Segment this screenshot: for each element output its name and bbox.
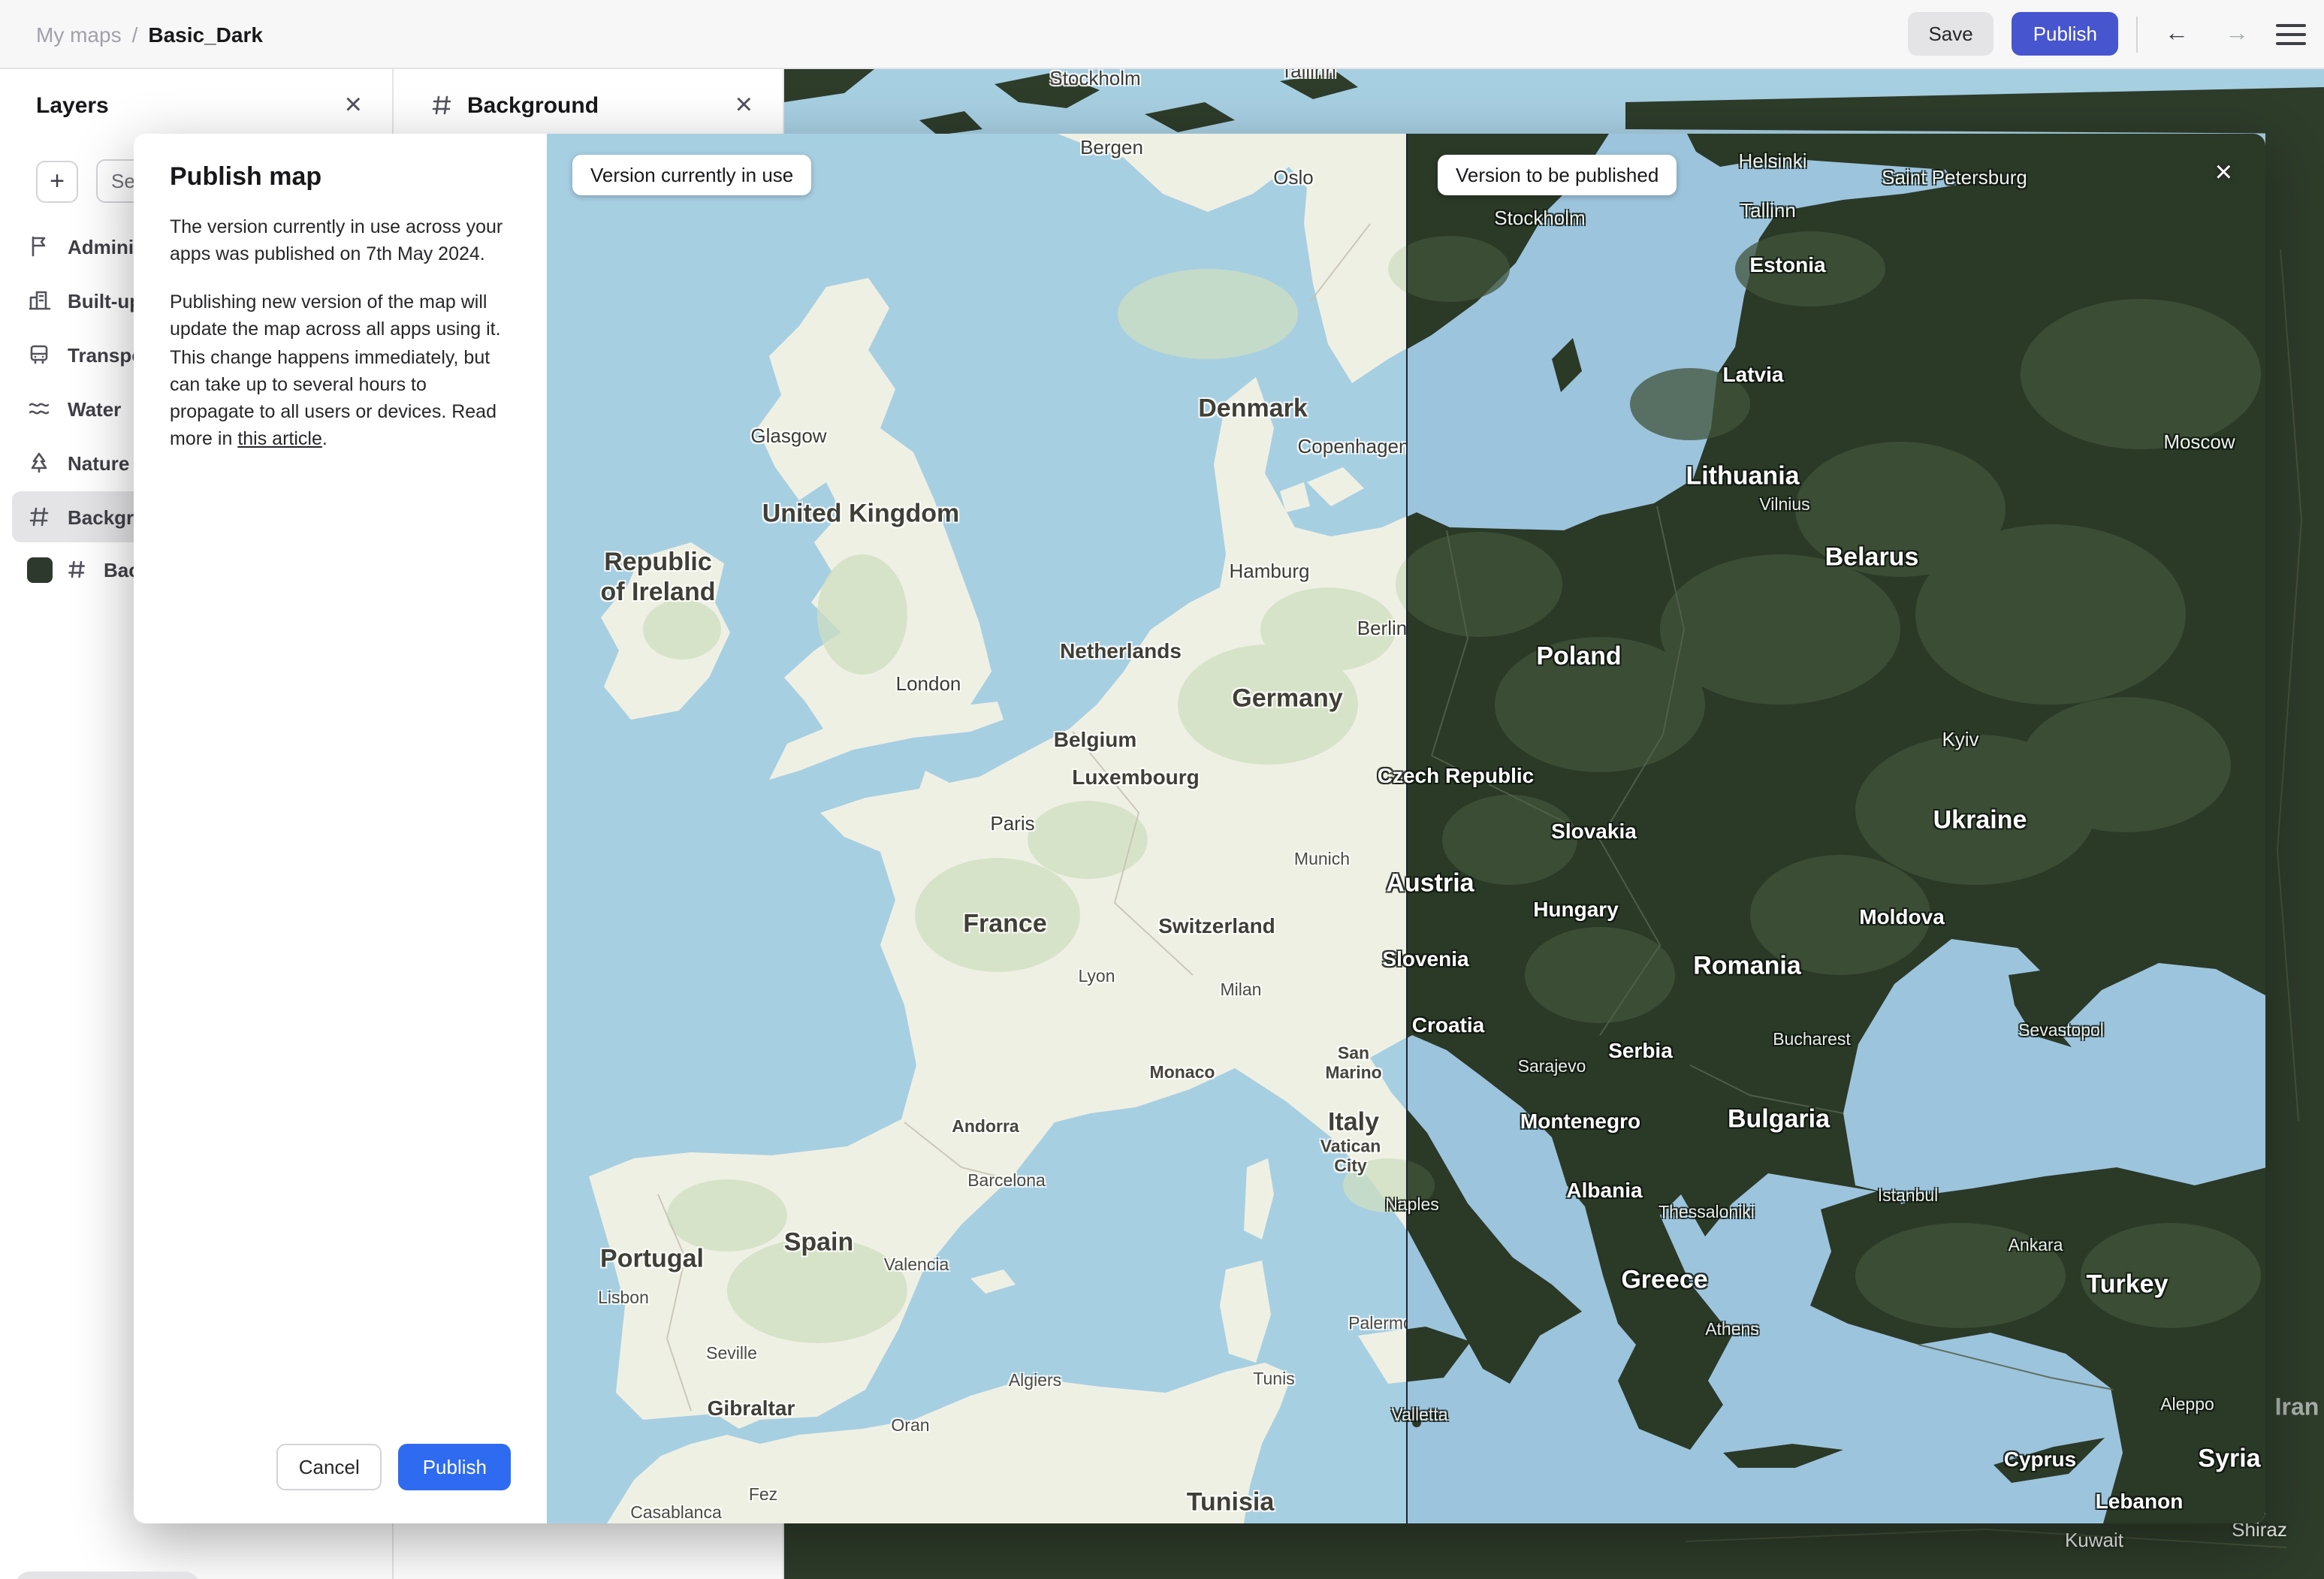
toolbar-divider [2136, 16, 2138, 52]
publish-map-dialog: Publish map The version currently in use… [134, 134, 2265, 1523]
dark-map [1406, 134, 2265, 1523]
breadcrumb-my-maps[interactable]: My maps [36, 22, 122, 46]
cancel-button[interactable]: Cancel [276, 1444, 382, 1490]
breadcrumb-current-map: Basic_Dark [148, 22, 263, 46]
layer-item-label: Water [68, 397, 122, 420]
dialog-paragraph-2-text: Publishing new version of the map will u… [170, 291, 501, 449]
light-map [547, 134, 1406, 1523]
flag-icon [32, 236, 46, 257]
breadcrumb-separator: / [131, 22, 138, 46]
dialog-paragraph-1: The version currently in use across your… [170, 216, 503, 265]
zoom-control-pill[interactable] [15, 1571, 200, 1579]
breadcrumb: My maps / Basic_Dark [36, 22, 263, 46]
dialog-title: Publish map [170, 162, 322, 191]
layers-panel-close-icon[interactable]: × [345, 90, 362, 120]
layer-item-label: Built-up [68, 289, 142, 312]
save-button[interactable]: Save [1907, 12, 1994, 56]
main-content: Stockholm Tallinn Iran Shiraz Kuwait Layers … [0, 69, 2324, 1579]
publish-button-topbar[interactable]: Publish [2012, 12, 2118, 56]
published-version-chip: Version to be published [1438, 155, 1677, 195]
background-panel-title: Background [467, 92, 599, 118]
undo-arrow-icon[interactable]: ← [2156, 20, 2198, 47]
map-preview-published[interactable]: Version to be published × [1406, 134, 2265, 1523]
publish-button-dialog[interactable]: Publish [398, 1444, 511, 1490]
layer-item-label: Nature [68, 451, 130, 474]
dialog-paragraph-2: Publishing new version of the map will u… [170, 289, 511, 453]
redo-arrow-icon: → [2225, 20, 2249, 46]
layer-color-swatch [27, 557, 53, 582]
add-layer-button[interactable]: + [36, 160, 78, 202]
app-window: My maps / Basic_Dark Save Publish ← → St… [0, 0, 2324, 1579]
bus-icon [30, 345, 48, 364]
grid-icon-small [68, 560, 85, 578]
current-version-chip: Version currently in use [572, 155, 812, 195]
background-panel-close-icon[interactable]: × [735, 90, 753, 120]
this-article-link[interactable]: this article [237, 428, 322, 449]
dialog-paragraph-2-end: . [321, 427, 327, 449]
grid-icon [29, 507, 49, 527]
waves-icon [29, 403, 50, 415]
buildings-icon [29, 291, 51, 310]
grid-icon [432, 95, 451, 115]
dialog-text-column: Publish map The version currently in use… [134, 134, 547, 1523]
layers-panel-title: Layers [36, 92, 109, 118]
compare-close-icon[interactable]: × [2215, 158, 2232, 188]
version-comparison: Bergen Oslo Glasgow Denmark Copenhagen United… [547, 134, 2265, 1523]
tree-icon [31, 452, 47, 473]
top-bar: My maps / Basic_Dark Save Publish ← → [0, 0, 2324, 69]
menu-icon[interactable] [2276, 23, 2306, 44]
map-preview-current[interactable]: Bergen Oslo Glasgow Denmark Copenhagen United… [547, 134, 1406, 1523]
